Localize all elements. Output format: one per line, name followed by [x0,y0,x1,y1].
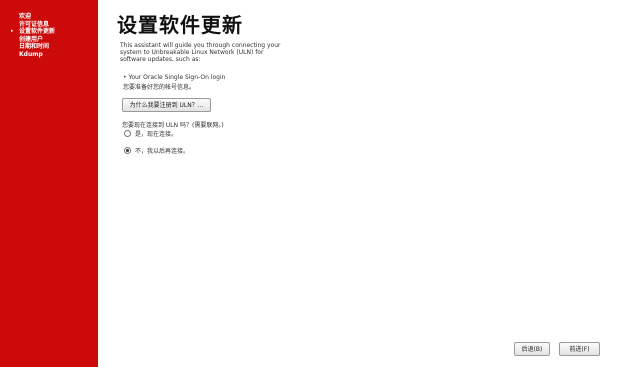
forward-button[interactable]: 前进(F) [559,342,600,356]
sidebar-item-kdump: Kdump [0,51,98,59]
sidebar-item-create-user: 创建用户 [0,36,98,44]
requirement-bullet: • Your Oracle Single Sign-On login [123,74,226,81]
sidebar-item-label: 许可证信息 [19,20,50,28]
current-step-arrow-icon: ▸ [11,28,14,34]
connect-question: 您要现在连接到 ULN 吗？(需要联网。) [122,122,224,129]
sidebar-item-date-time: 日期和时间 [0,43,98,51]
page-title: 设置软件更新 [117,13,243,37]
radio-option-label: 是，现在连接。 [135,131,178,138]
sidebar-item-label: 日期和时间 [19,43,50,50]
why-register-uln-button[interactable]: 为什么我要注册到 ULN？... [122,98,211,112]
sidebar-steps: 欢迎 许可证信息 ▸ 设置软件更新 创建用户 日期和时间 Kdump [0,0,98,58]
sidebar-item-label: 欢迎 [19,13,32,20]
back-button[interactable]: 后退(B) [514,342,550,356]
radio-checked-icon[interactable] [124,147,131,154]
sidebar: 欢迎 许可证信息 ▸ 设置软件更新 创建用户 日期和时间 Kdump [0,0,98,367]
radio-unchecked-icon[interactable] [124,130,131,137]
sidebar-item-label: Kdump [19,50,43,58]
sidebar-item-label: 设置软件更新 [19,28,56,35]
radio-option-label: 不，我以后再连接。 [135,148,190,155]
sidebar-item-software-updates: ▸ 设置软件更新 [0,28,98,36]
radio-option-yes[interactable]: 是，现在连接。 [124,129,177,138]
intro-text: This assistant will guide you through co… [120,42,281,63]
account-note: 您要准备好您的帐号信息。 [123,84,196,91]
sidebar-item-license: 许可证信息 [0,21,98,29]
main-panel: 设置软件更新 This assistant will guide you thr… [98,0,617,367]
radio-option-no[interactable]: 不，我以后再连接。 [124,146,189,155]
sidebar-item-welcome: 欢迎 [0,13,98,21]
sidebar-item-label: 创建用户 [19,35,44,43]
